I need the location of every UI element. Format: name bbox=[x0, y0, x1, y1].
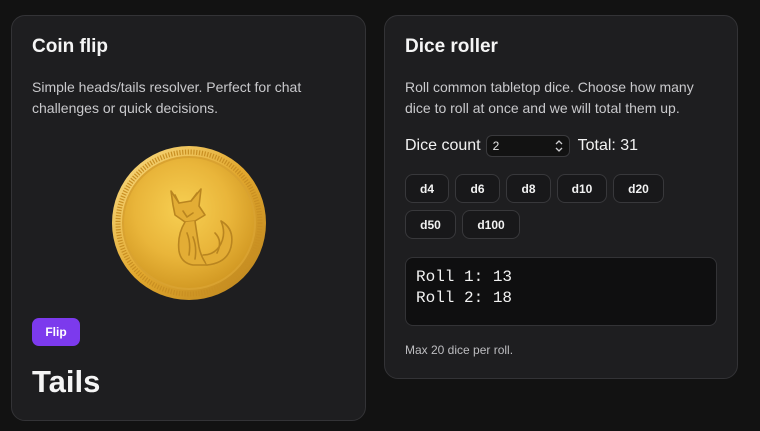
dice-roller-title: Dice roller bbox=[405, 36, 498, 57]
coin-flip-card: Coin flip Simple heads/tails resolver. P… bbox=[11, 15, 366, 421]
die-button-d20[interactable]: d20 bbox=[613, 174, 664, 203]
fox-coin-icon bbox=[109, 143, 269, 303]
die-button-d100[interactable]: d100 bbox=[462, 210, 520, 239]
dice-roller-card: Dice roller Roll common tabletop dice. C… bbox=[384, 15, 738, 379]
roll-line: Roll 2: 18 bbox=[416, 289, 513, 307]
dice-count-input[interactable]: 2 bbox=[485, 135, 570, 157]
dice-total: Total: 31 bbox=[577, 137, 639, 154]
dice-count-value: 2 bbox=[492, 139, 500, 153]
die-button-d10[interactable]: d10 bbox=[557, 174, 607, 203]
dice-count-row: Dice count 2 Total: 31 bbox=[405, 134, 638, 158]
dice-count-label: Dice count bbox=[405, 137, 481, 154]
die-button-d6[interactable]: d6 bbox=[455, 174, 500, 203]
coin-flip-description: Simple heads/tails resolver. Perfect for… bbox=[32, 79, 302, 116]
dice-limit-note: Max 20 dice per roll. bbox=[405, 343, 514, 357]
flip-button[interactable]: Flip bbox=[32, 318, 80, 346]
die-button-d50[interactable]: d50 bbox=[405, 210, 456, 239]
page: Coin flip Simple heads/tails resolver. P… bbox=[0, 0, 760, 431]
die-button-d8[interactable]: d8 bbox=[506, 174, 551, 203]
dice-roller-description: Roll common tabletop dice. Choose how ma… bbox=[405, 79, 694, 116]
die-button-d4[interactable]: d4 bbox=[405, 174, 449, 203]
roll-line: Roll 1: 13 bbox=[416, 268, 513, 286]
coin-flip-title: Coin flip bbox=[32, 36, 108, 57]
stepper-icon[interactable] bbox=[555, 139, 563, 153]
coin-result: Tails bbox=[32, 364, 101, 399]
roll-output: Roll 1: 13 Roll 2: 18 bbox=[405, 257, 717, 326]
